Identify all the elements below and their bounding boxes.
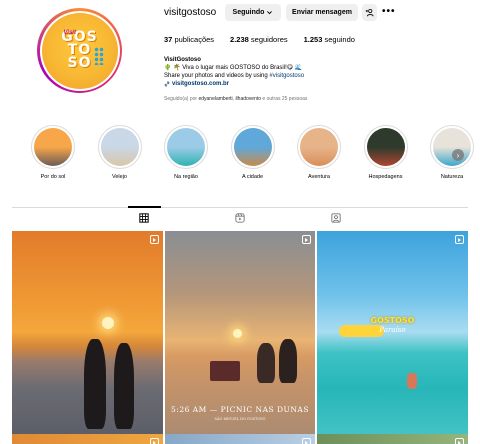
- logo-visit-text: Visit: [63, 29, 76, 36]
- followed-by-suffix: e outras 25 pessoas: [261, 96, 308, 102]
- following-button[interactable]: Seguindo: [225, 4, 281, 21]
- person-silhouette: [257, 343, 275, 383]
- following-label: seguindo: [324, 35, 355, 44]
- highlight-cover: [433, 128, 471, 166]
- more-options-icon[interactable]: •••: [382, 6, 396, 17]
- logo-line-3: SO: [67, 55, 92, 71]
- highlight-ring: [363, 125, 408, 169]
- reel-icon: [302, 235, 311, 244]
- followed-by-prefix: Seguido(a) por: [164, 96, 199, 102]
- bio-line-2: Share your photos and videos by using #v…: [164, 72, 424, 80]
- reel-icon: [302, 438, 311, 444]
- highlight-por-do-sol[interactable]: Por do sol: [30, 125, 76, 180]
- followers-count: 2.238: [230, 35, 249, 44]
- tab-tagged[interactable]: [330, 212, 342, 224]
- highlight-label: Hospedagens: [368, 174, 403, 180]
- posts-label: publicações: [174, 35, 215, 44]
- sunset-sun: [233, 329, 242, 338]
- highlight-ring: [164, 125, 208, 169]
- highlights-next-button[interactable]: ›: [452, 149, 464, 161]
- person-silhouette: [84, 339, 106, 429]
- picnic-table: [210, 361, 240, 381]
- followers-label: seguidores: [250, 35, 288, 44]
- followers-stat[interactable]: 2.238 seguidores: [230, 35, 288, 44]
- sunset-sun: [102, 317, 114, 329]
- highlight-cover: [100, 128, 139, 166]
- highlight-cover: [167, 128, 205, 166]
- highlight-label: Aventura: [308, 174, 330, 180]
- avatar-frame: Visit GOS TO SO: [39, 10, 120, 91]
- following-count: 1.253: [303, 35, 323, 44]
- post-tile[interactable]: [12, 231, 163, 441]
- profile-bio: VisitGostoso 🌵 🌴 Viva o lugar mais GOSTO…: [164, 56, 424, 88]
- highlight-label: Por do sol: [40, 174, 66, 180]
- post-caption: 5:26 AM — PICNIC NAS DUNAS: [171, 405, 309, 414]
- highlight-label: A cidade: [241, 174, 264, 180]
- bio-line-2-text: Share your photos and videos by using: [164, 73, 270, 79]
- highlight-ring: [230, 125, 275, 169]
- post-title: GOSTOSO: [370, 316, 415, 325]
- posts-stat: 37 publicações: [164, 35, 214, 44]
- post-subcaption: SÃO MIGUEL DO GOSTOSO: [214, 417, 266, 421]
- post-tile[interactable]: GOSTOSO Paraíso: [317, 231, 468, 441]
- add-user-icon: [365, 8, 374, 17]
- person-silhouette: [279, 339, 297, 383]
- highlight-aventura[interactable]: Aventura: [296, 125, 342, 180]
- post-tile[interactable]: 5:26 AM — PICNIC NAS DUNAS SÃO MIGUEL DO…: [165, 231, 315, 441]
- bio-website-link[interactable]: visitgostoso.com.br: [164, 80, 424, 88]
- bio-line-1: 🌵 🌴 Viva o lugar mais GOSTOSO do Brasil!…: [164, 65, 303, 71]
- post-tile[interactable]: [317, 434, 468, 444]
- profile-avatar-ring[interactable]: Visit GOS TO SO: [37, 8, 122, 93]
- tab-posts[interactable]: [138, 212, 150, 224]
- highlight-label: Natureza: [440, 174, 464, 180]
- chevron-down-icon: [267, 11, 273, 15]
- followed-by-user-1[interactable]: edyanelamberti: [198, 96, 232, 102]
- post-tile[interactable]: [12, 434, 163, 444]
- followed-by-user-2[interactable]: ilhadovento: [235, 96, 261, 102]
- post-tile[interactable]: [165, 434, 315, 444]
- reel-icon: [455, 235, 464, 244]
- active-tab-indicator: [128, 206, 161, 208]
- profile-username: visitgostoso: [164, 7, 217, 18]
- highlight-ring: [97, 125, 142, 169]
- reel-icon: [150, 235, 159, 244]
- profile-stats: 37 publicações 2.238 seguidores 1.253 se…: [164, 35, 355, 44]
- highlight-label: Velejo: [112, 174, 127, 180]
- highlight-cover: [366, 128, 405, 166]
- logo-dots-decoration: [93, 46, 104, 65]
- following-button-label: Seguindo: [232, 9, 265, 16]
- followed-by-text[interactable]: Seguido(a) por edyanelamberti, ilhadoven…: [164, 96, 307, 102]
- grid-icon: [139, 213, 149, 223]
- reel-icon: [150, 438, 159, 444]
- highlight-label: Na região: [174, 174, 198, 180]
- following-stat[interactable]: 1.253 seguindo: [304, 35, 355, 44]
- highlight-cover: [34, 128, 72, 166]
- person-silhouette: [114, 343, 134, 429]
- highlight-hospedagens[interactable]: Hospedagens: [363, 125, 409, 180]
- tagged-icon: [331, 213, 341, 223]
- highlight-a-cidade[interactable]: A cidade: [230, 125, 276, 180]
- reels-icon: [235, 213, 245, 223]
- story-highlights: Por do sol Velejo Na região A cidade Ave…: [30, 125, 475, 180]
- highlight-cover: [300, 128, 338, 166]
- highlight-na-regiao[interactable]: Na região: [163, 125, 209, 180]
- bio-name: VisitGostoso: [164, 57, 201, 63]
- post-subtitle: Paraíso: [379, 326, 406, 334]
- send-message-button[interactable]: Enviar mensagem: [286, 4, 358, 21]
- tabs-divider: [12, 207, 468, 208]
- highlight-ring: [297, 125, 341, 169]
- swimmer: [407, 373, 417, 389]
- highlight-ring: [430, 125, 474, 169]
- add-user-button[interactable]: [362, 4, 377, 21]
- tab-reels[interactable]: [234, 212, 246, 224]
- highlight-velejo[interactable]: Velejo: [97, 125, 143, 180]
- profile-avatar[interactable]: Visit GOS TO SO: [41, 12, 118, 89]
- bio-hashtag-link[interactable]: #visitgostoso: [269, 73, 304, 79]
- link-icon: [164, 81, 170, 87]
- bio-website-text: visitgostoso.com.br: [172, 81, 230, 87]
- highlight-ring: [31, 125, 75, 169]
- reel-icon: [455, 438, 464, 444]
- posts-count: 37: [164, 35, 173, 44]
- highlight-cover: [233, 128, 272, 166]
